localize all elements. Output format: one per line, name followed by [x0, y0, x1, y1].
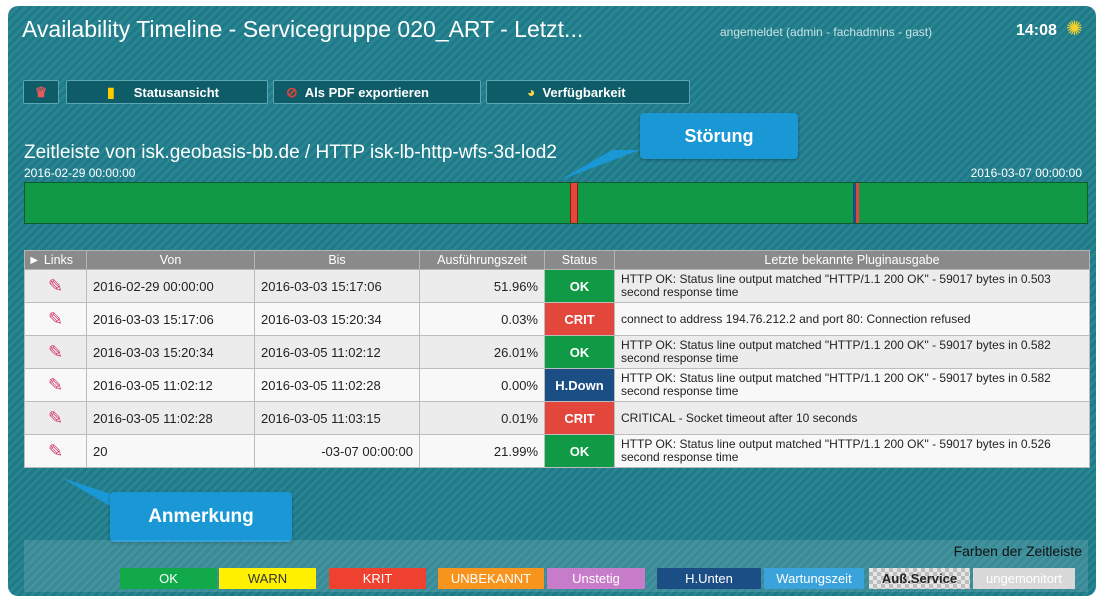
traffic-light-icon: ▮ — [107, 83, 115, 100]
cell-ausf: 21.99% — [419, 434, 545, 468]
legend-wartungszeit: Wartungszeit — [764, 568, 864, 589]
cell-von: 2016-02-29 00:00:00 — [86, 269, 255, 303]
cell-bis: 2016-03-03 15:20:34 — [254, 302, 420, 336]
statusansicht-button[interactable]: ▮ Statusansicht — [66, 80, 268, 104]
cell-ausf: 51.96% — [419, 269, 545, 303]
note-icon: ✎ — [47, 440, 64, 461]
col-pluginausgabe: Letzte bekannte Pluginausgabe — [614, 250, 1090, 270]
cell-output: HTTP OK: Status line output matched "HTT… — [614, 335, 1090, 369]
pdf-icon: ⊘ — [286, 83, 298, 100]
user-info: angemeldet (admin - fachadmins - gast) — [720, 25, 933, 39]
timeline-end: 2016-03-07 00:00:00 — [970, 166, 1082, 180]
comment-link[interactable]: ✎ — [24, 335, 87, 369]
table-row: ✎ 2016-03-03 15:20:34 2016-03-05 11:02:1… — [24, 335, 1090, 369]
cell-von: 2016-03-03 15:20:34 — [86, 335, 255, 369]
events-table: ► Links Von Bis Ausführungszeit Status L… — [24, 250, 1090, 468]
cell-ausf: 0.03% — [419, 302, 545, 336]
stoerung-callout: Störung — [640, 113, 798, 159]
table-row: ✎ 20 -03-07 00:00:00 21.99% OK HTTP OK: … — [24, 434, 1090, 468]
comment-link[interactable]: ✎ — [24, 368, 87, 402]
cell-ausf: 26.01% — [419, 335, 545, 369]
legend-ungemonitort: ungemonitort — [973, 568, 1075, 589]
pie-chart-icon: ◕ — [527, 84, 536, 100]
timeline-start: 2016-02-29 00:00:00 — [24, 166, 136, 180]
legend-warn: WARN — [219, 568, 316, 589]
status-badge: OK — [544, 434, 615, 468]
cell-bis: 2016-03-05 11:03:15 — [254, 401, 420, 435]
note-icon: ✎ — [47, 308, 64, 329]
cell-bis: 2016-03-05 11:02:12 — [254, 335, 420, 369]
verfuegbarkeit-label: Verfügbarkeit — [542, 84, 626, 100]
cell-output: HTTP OK: Status line output matched "HTT… — [614, 269, 1090, 303]
legend-ok: OK — [120, 568, 217, 589]
timeline-bar[interactable] — [24, 182, 1088, 224]
cell-bis: -03-07 00:00:00 — [254, 434, 420, 468]
stoerung-pointer — [560, 150, 640, 180]
col-ausfuehrungszeit: Ausführungszeit — [419, 250, 545, 270]
table-row: ✎ 2016-03-03 15:17:06 2016-03-03 15:20:3… — [24, 302, 1090, 336]
cell-ausf: 0.01% — [419, 401, 545, 435]
anmerkung-callout: Anmerkung — [110, 492, 292, 542]
note-icon: ✎ — [47, 374, 64, 395]
cell-von: 2016-03-05 11:02:28 — [86, 401, 255, 435]
cell-bis: 2016-03-03 15:17:06 — [254, 269, 420, 303]
col-status: Status — [544, 250, 615, 270]
comment-link[interactable]: ✎ — [24, 269, 87, 303]
statusansicht-label: Statusansicht — [133, 84, 219, 100]
cell-von: 20 — [86, 434, 255, 468]
clock: 14:08 — [1016, 22, 1057, 39]
legend-unbekannt: UNBEKANNT — [438, 568, 544, 589]
cell-bis: 2016-03-05 11:02:28 — [254, 368, 420, 402]
cell-output: HTTP OK: Status line output matched "HTT… — [614, 434, 1090, 468]
table-row: ✎ 2016-02-29 00:00:00 2016-03-03 15:17:0… — [24, 269, 1090, 303]
back-button[interactable]: ♛ — [23, 80, 59, 104]
verfuegbarkeit-button[interactable]: ◕ Verfügbarkeit — [486, 80, 690, 104]
cell-von: 2016-03-03 15:17:06 — [86, 302, 255, 336]
status-badge: CRIT — [544, 401, 615, 435]
cell-output: CRITICAL - Socket timeout after 10 secon… — [614, 401, 1090, 435]
timeline-crit-segment-2[interactable] — [856, 183, 859, 223]
legend-title: Farben der Zeitleiste — [953, 543, 1082, 559]
cell-ausf: 0.00% — [419, 368, 545, 402]
comment-link[interactable]: ✎ — [24, 401, 87, 435]
app-logo-icon: ✺ — [1066, 18, 1083, 40]
note-icon: ✎ — [47, 275, 64, 296]
table-row: ✎ 2016-03-05 11:02:28 2016-03-05 11:03:1… — [24, 401, 1090, 435]
col-von: Von — [86, 250, 255, 270]
comment-link[interactable]: ✎ — [24, 302, 87, 336]
chart-icon: ♛ — [34, 83, 48, 100]
legend-h-unten: H.Unten — [657, 568, 761, 589]
note-icon: ✎ — [47, 407, 64, 428]
cell-von: 2016-03-05 11:02:12 — [86, 368, 255, 402]
legend-unstetig: Unstetig — [547, 568, 645, 589]
status-badge: OK — [544, 269, 615, 303]
pdf-export-label: Als PDF exportieren — [304, 84, 429, 100]
pdf-export-button[interactable]: ⊘ Als PDF exportieren — [273, 80, 481, 104]
timeline-title: Zeitleiste von isk.geobasis-bb.de / HTTP… — [24, 142, 557, 163]
comment-link[interactable]: ✎ — [24, 434, 87, 468]
status-badge: H.Down — [544, 368, 615, 402]
note-icon: ✎ — [47, 341, 64, 362]
table-row: ✎ 2016-03-05 11:02:12 2016-03-05 11:02:2… — [24, 368, 1090, 402]
col-bis: Bis — [254, 250, 420, 270]
cell-output: HTTP OK: Status line output matched "HTT… — [614, 368, 1090, 402]
status-badge: OK — [544, 335, 615, 369]
window-title: Availability Timeline - Servicegruppe 02… — [22, 16, 584, 42]
col-links[interactable]: ► Links — [24, 250, 87, 270]
legend-krit: KRIT — [329, 568, 426, 589]
cell-output: connect to address 194.76.212.2 and port… — [614, 302, 1090, 336]
status-badge: CRIT — [544, 302, 615, 336]
table-header-row: ► Links Von Bis Ausführungszeit Status L… — [24, 250, 1090, 270]
legend-ausser-service: Auß.Service — [869, 568, 970, 589]
